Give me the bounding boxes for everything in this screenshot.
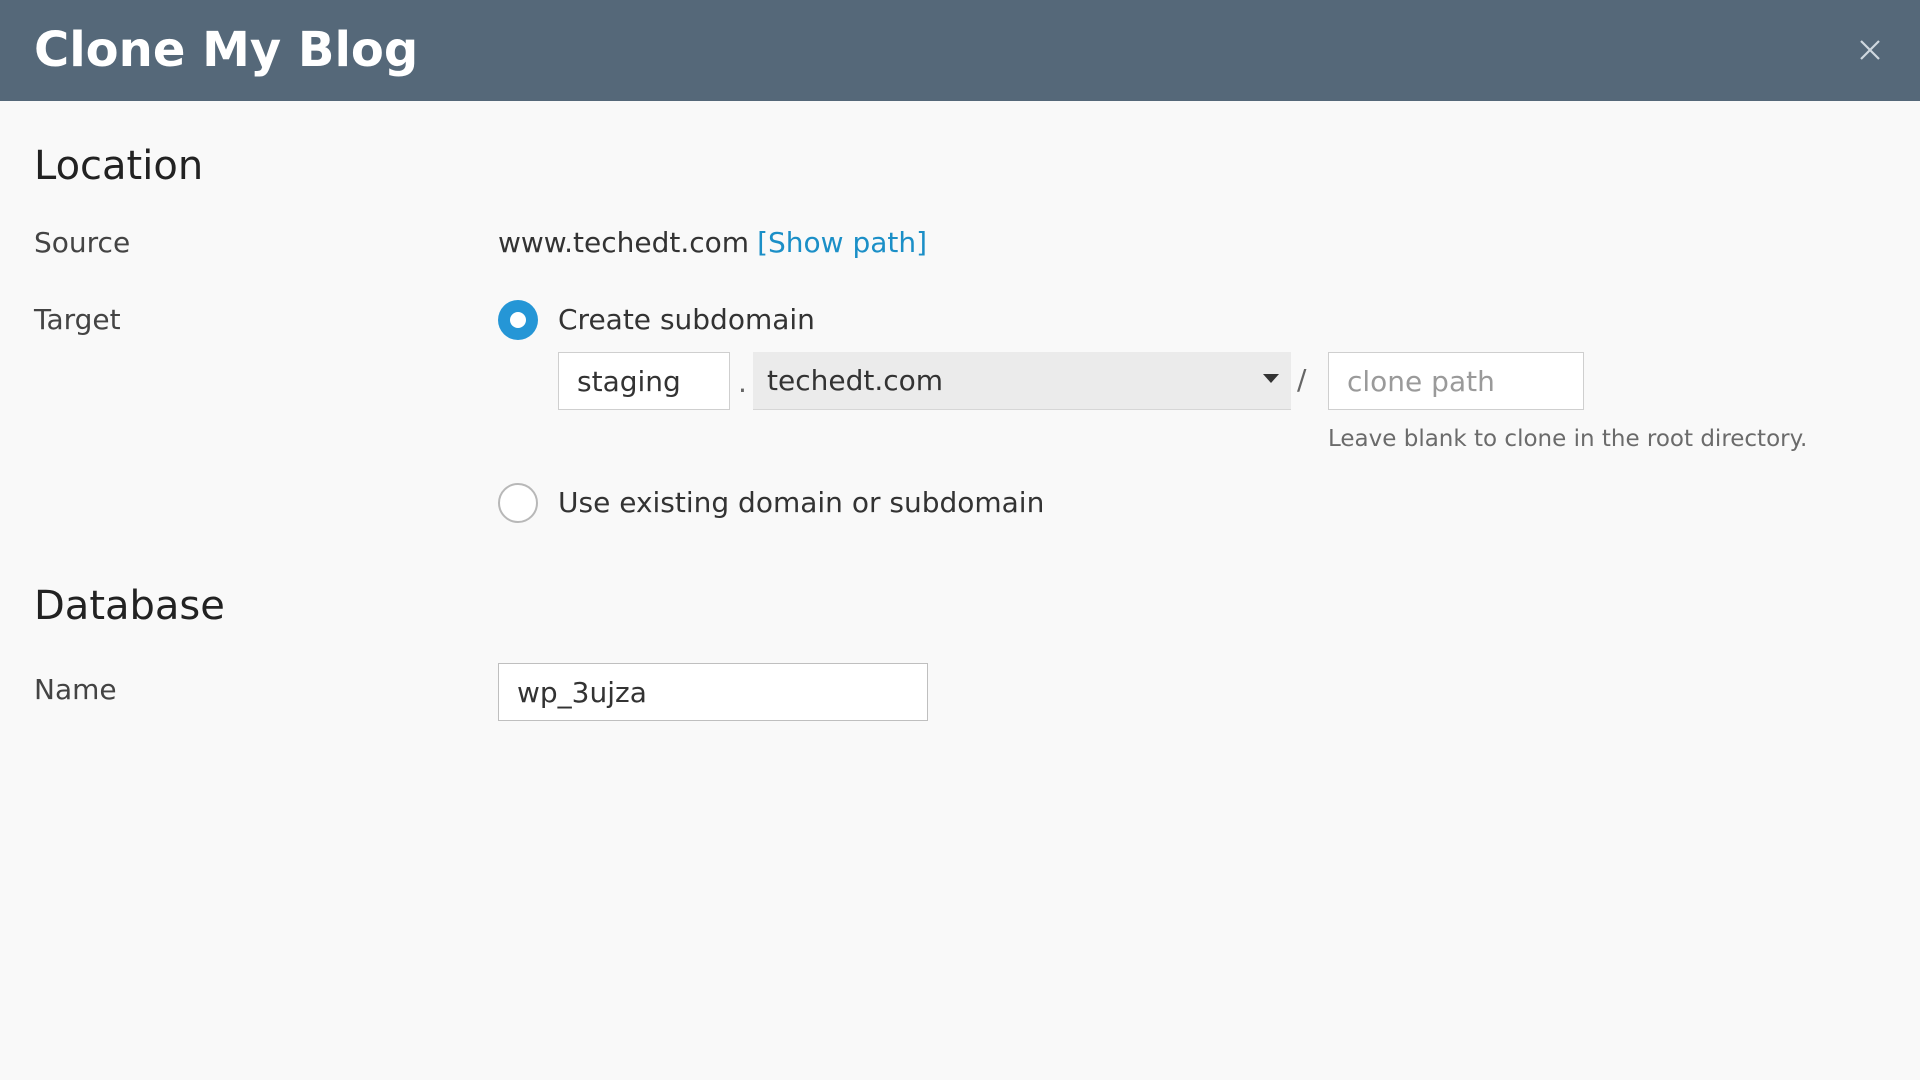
dialog-title: Clone My Blog xyxy=(34,22,419,78)
clone-path-input[interactable] xyxy=(1328,352,1584,410)
use-existing-domain-label: Use existing domain or subdomain xyxy=(558,486,1045,519)
database-name-label: Name xyxy=(34,673,117,706)
domain-select[interactable]: techedt.com xyxy=(753,352,1291,410)
database-heading: Database xyxy=(34,583,225,629)
use-existing-domain-option[interactable]: Use existing domain or subdomain xyxy=(498,483,1044,523)
database-name-input[interactable] xyxy=(498,663,928,721)
create-subdomain-radio[interactable] xyxy=(498,300,538,340)
use-existing-domain-radio[interactable] xyxy=(498,483,538,523)
source-label: Source xyxy=(34,226,131,259)
source-domain: www.techedt.com xyxy=(498,226,750,259)
close-button[interactable] xyxy=(1850,30,1890,70)
subdomain-input[interactable] xyxy=(558,352,730,410)
dialog-header: Clone My Blog xyxy=(0,0,1920,101)
chevron-down-icon xyxy=(1263,374,1279,383)
close-icon xyxy=(1860,40,1880,60)
show-path-link[interactable]: [Show path] xyxy=(757,226,927,259)
dot-separator: . xyxy=(738,366,747,399)
target-label: Target xyxy=(34,303,121,336)
slash-separator: / xyxy=(1297,363,1307,396)
clone-path-hint: Leave blank to clone in the root directo… xyxy=(1328,426,1808,452)
create-subdomain-label: Create subdomain xyxy=(558,303,815,336)
location-heading: Location xyxy=(34,143,204,189)
source-value: www.techedt.com [Show path] xyxy=(498,225,927,261)
create-subdomain-option[interactable]: Create subdomain xyxy=(498,300,815,340)
domain-select-value: techedt.com xyxy=(767,364,944,397)
